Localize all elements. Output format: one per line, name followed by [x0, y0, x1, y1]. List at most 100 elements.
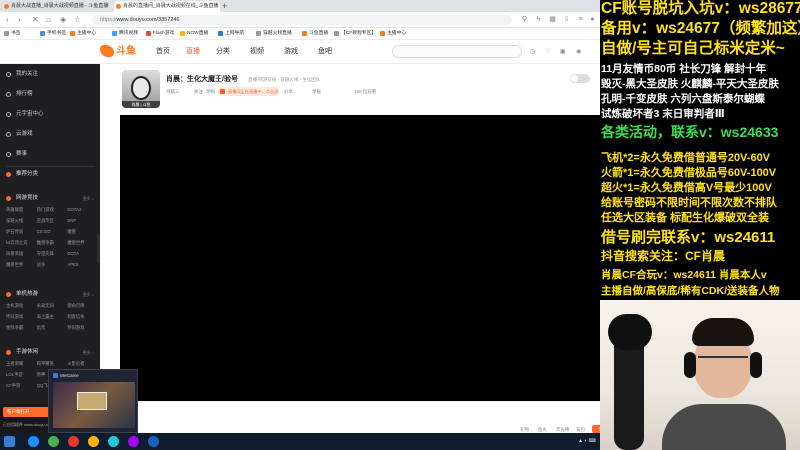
taskbar-app-icon[interactable] — [28, 436, 39, 447]
taskbar-app-icon[interactable] — [68, 436, 79, 447]
bookmark-item[interactable]: 手机书签 — [40, 30, 66, 38]
category-link[interactable]: 魔兽世界 — [67, 239, 98, 247]
download-app-icon[interactable]: ▣ — [560, 46, 566, 58]
back-icon[interactable]: ‹ — [6, 15, 9, 25]
bookmark-item[interactable]: 主播中心 — [380, 30, 406, 38]
avatar-icon[interactable]: ◉ — [576, 46, 581, 58]
lightning-icon[interactable]: ϟ — [534, 15, 543, 24]
category-link[interactable]: 魔兽世界 — [6, 261, 37, 269]
more-link[interactable]: 更多 > — [83, 348, 94, 357]
tray-icons[interactable]: ▲ ◐ ⌨ — [578, 437, 596, 446]
category-link[interactable]: DOTA2 — [67, 206, 98, 214]
report-link[interactable]: 举报 — [206, 88, 215, 96]
category-link[interactable]: 穿越火线 — [6, 217, 37, 225]
category-link[interactable]: 刺客信条 — [67, 313, 98, 321]
close-icon[interactable]: × — [105, 1, 109, 12]
bookmark-item[interactable]: 书签 — [4, 30, 21, 38]
category-link[interactable]: 火影忍者 — [67, 360, 98, 368]
nav-game[interactable]: 游戏 — [284, 47, 298, 57]
url-input[interactable]: https://www.douyu.com/3357246 — [92, 15, 512, 25]
nav-fishbar[interactable]: 鱼吧 — [318, 47, 332, 57]
nav-live[interactable]: 直播 — [186, 47, 200, 57]
more-link[interactable]: 更多 > — [83, 290, 94, 299]
category-link[interactable]: 星际争霸 — [6, 324, 37, 332]
bookmark-star-icon[interactable]: ☆ — [74, 15, 81, 25]
glowstick-link[interactable]: 荧光棒 — [556, 426, 570, 433]
follow-icon[interactable]: ♡ — [545, 46, 550, 58]
close-icon[interactable]: × — [213, 1, 217, 12]
bookmark-item[interactable]: 【CF教程专区】 — [334, 30, 376, 38]
category-link[interactable]: DNF — [67, 217, 98, 225]
video-player[interactable] — [120, 115, 600, 401]
category-link[interactable]: APEX — [67, 261, 98, 269]
category-link[interactable]: 逆战专区 — [37, 217, 68, 225]
sidebar-item-follow[interactable]: 我的关注 — [6, 70, 38, 79]
category-link[interactable]: 使命召唤 — [67, 302, 98, 310]
gift-link[interactable]: 礼物 — [520, 426, 529, 433]
category-link[interactable]: 饥荒 — [37, 324, 68, 332]
category-link[interactable]: 风暴英雄 — [6, 250, 37, 258]
category-link[interactable]: lol云顶之弈 — [6, 239, 37, 247]
bookmark-item[interactable]: 斗鱼直播 — [302, 30, 328, 38]
taskbar-app-icon[interactable] — [48, 436, 59, 447]
bookmark-item[interactable]: 上网导航 — [218, 30, 244, 38]
category-link[interactable]: CS:GO — [37, 228, 68, 236]
category-link[interactable]: 战争 — [37, 261, 68, 269]
room-breadcrumb[interactable]: 网游竞技 › 穿越火线 › 生化团队 — [258, 77, 320, 82]
history-icon[interactable]: ◷ — [530, 46, 535, 58]
browser-tab-active[interactable]: 肖晨的直播间_肖晨大战视频在线_斗鱼直播 × — [114, 1, 220, 12]
more-link[interactable]: 更多 > — [83, 194, 94, 203]
category-link[interactable]: 怀旧游戏 — [67, 324, 98, 332]
taskbar-app-icon[interactable] — [108, 436, 119, 447]
category-link[interactable]: 英雄联盟 — [6, 206, 37, 214]
category-link[interactable]: 守望先锋 — [37, 250, 68, 258]
taskbar-app-icon[interactable] — [128, 436, 139, 447]
nav-video[interactable]: 视频 — [250, 47, 264, 57]
category-link[interactable]: LOL手游 — [6, 371, 37, 379]
category-link[interactable]: 王者荣耀 — [6, 360, 37, 368]
category-link[interactable]: 魔兽争霸 — [37, 239, 68, 247]
category-link[interactable]: CF手游 — [6, 382, 37, 390]
forward-icon[interactable]: › — [18, 15, 21, 25]
category-link[interactable]: 热门游戏 — [37, 206, 68, 214]
browser-tab[interactable]: 肖晨大战直播_肖晨大战视频直播 - 斗鱼直播 × — [2, 1, 112, 12]
menu-icon[interactable]: ≡ — [576, 15, 585, 24]
reload-icon[interactable]: ✕ — [32, 15, 39, 25]
category-link[interactable]: DOTA — [67, 250, 98, 258]
sidebar-item-rank[interactable]: 排行榜 — [6, 90, 33, 99]
report-room-link[interactable]: 举报 — [312, 88, 321, 96]
follow-link[interactable]: 关注 — [194, 88, 203, 96]
category-link[interactable]: 海上霸主 — [37, 313, 68, 321]
site-search-input[interactable] — [392, 45, 522, 58]
sidebar-item-metaverse[interactable]: 元宇宙中心 — [6, 110, 44, 119]
shield-icon[interactable]: ◈ — [60, 15, 66, 25]
user-icon[interactable]: ● — [588, 15, 597, 24]
category-link[interactable]: 永劫无间 — [37, 302, 68, 310]
category-link[interactable]: 炉石传说 — [6, 228, 37, 236]
start-menu-icon[interactable] — [4, 436, 15, 447]
toggle-switch[interactable] — [570, 74, 590, 83]
backpack-link[interactable]: 背包 — [576, 426, 585, 433]
streamer-avatar[interactable]: 肖晨 | 斗鱼 — [122, 70, 160, 108]
bookmark-item[interactable]: 腾讯视频 — [112, 30, 138, 38]
streamer-name[interactable]: 肖晨三 — [166, 88, 180, 96]
extensions-icon[interactable]: ▦ — [548, 15, 557, 24]
share-link[interactable]: 分享 — [284, 88, 293, 96]
category-link[interactable]: 魔兽 — [67, 228, 98, 236]
new-tab-icon[interactable]: + — [222, 1, 227, 11]
live-badge[interactable]: 直播间正在直播中，点击送礼 — [218, 87, 278, 96]
search-icon[interactable]: ⚲ — [520, 15, 529, 24]
category-link[interactable]: 和平精英 — [37, 360, 68, 368]
open-client-button[interactable]: 客户端打开 — [3, 407, 49, 417]
nav-home[interactable]: 首页 — [156, 47, 170, 57]
douyu-logo[interactable]: 斗鱼 — [100, 44, 136, 60]
download-icon[interactable]: ⇩ — [562, 15, 571, 24]
sidebar-item-cloud-game[interactable]: 云游戏 — [6, 130, 33, 139]
fishball-link[interactable]: 鱼丸 — [538, 426, 547, 433]
bookmark-item[interactable]: NOW直播 — [180, 30, 208, 38]
nav-category[interactable]: 分类 — [216, 47, 230, 57]
bookmark-item[interactable]: 穿越火线直播 — [256, 30, 292, 38]
category-link[interactable]: 主机游戏 — [6, 302, 37, 310]
category-link[interactable]: 怀旧游戏 — [6, 313, 37, 321]
recharge-button[interactable]: 充值 — [592, 425, 600, 433]
